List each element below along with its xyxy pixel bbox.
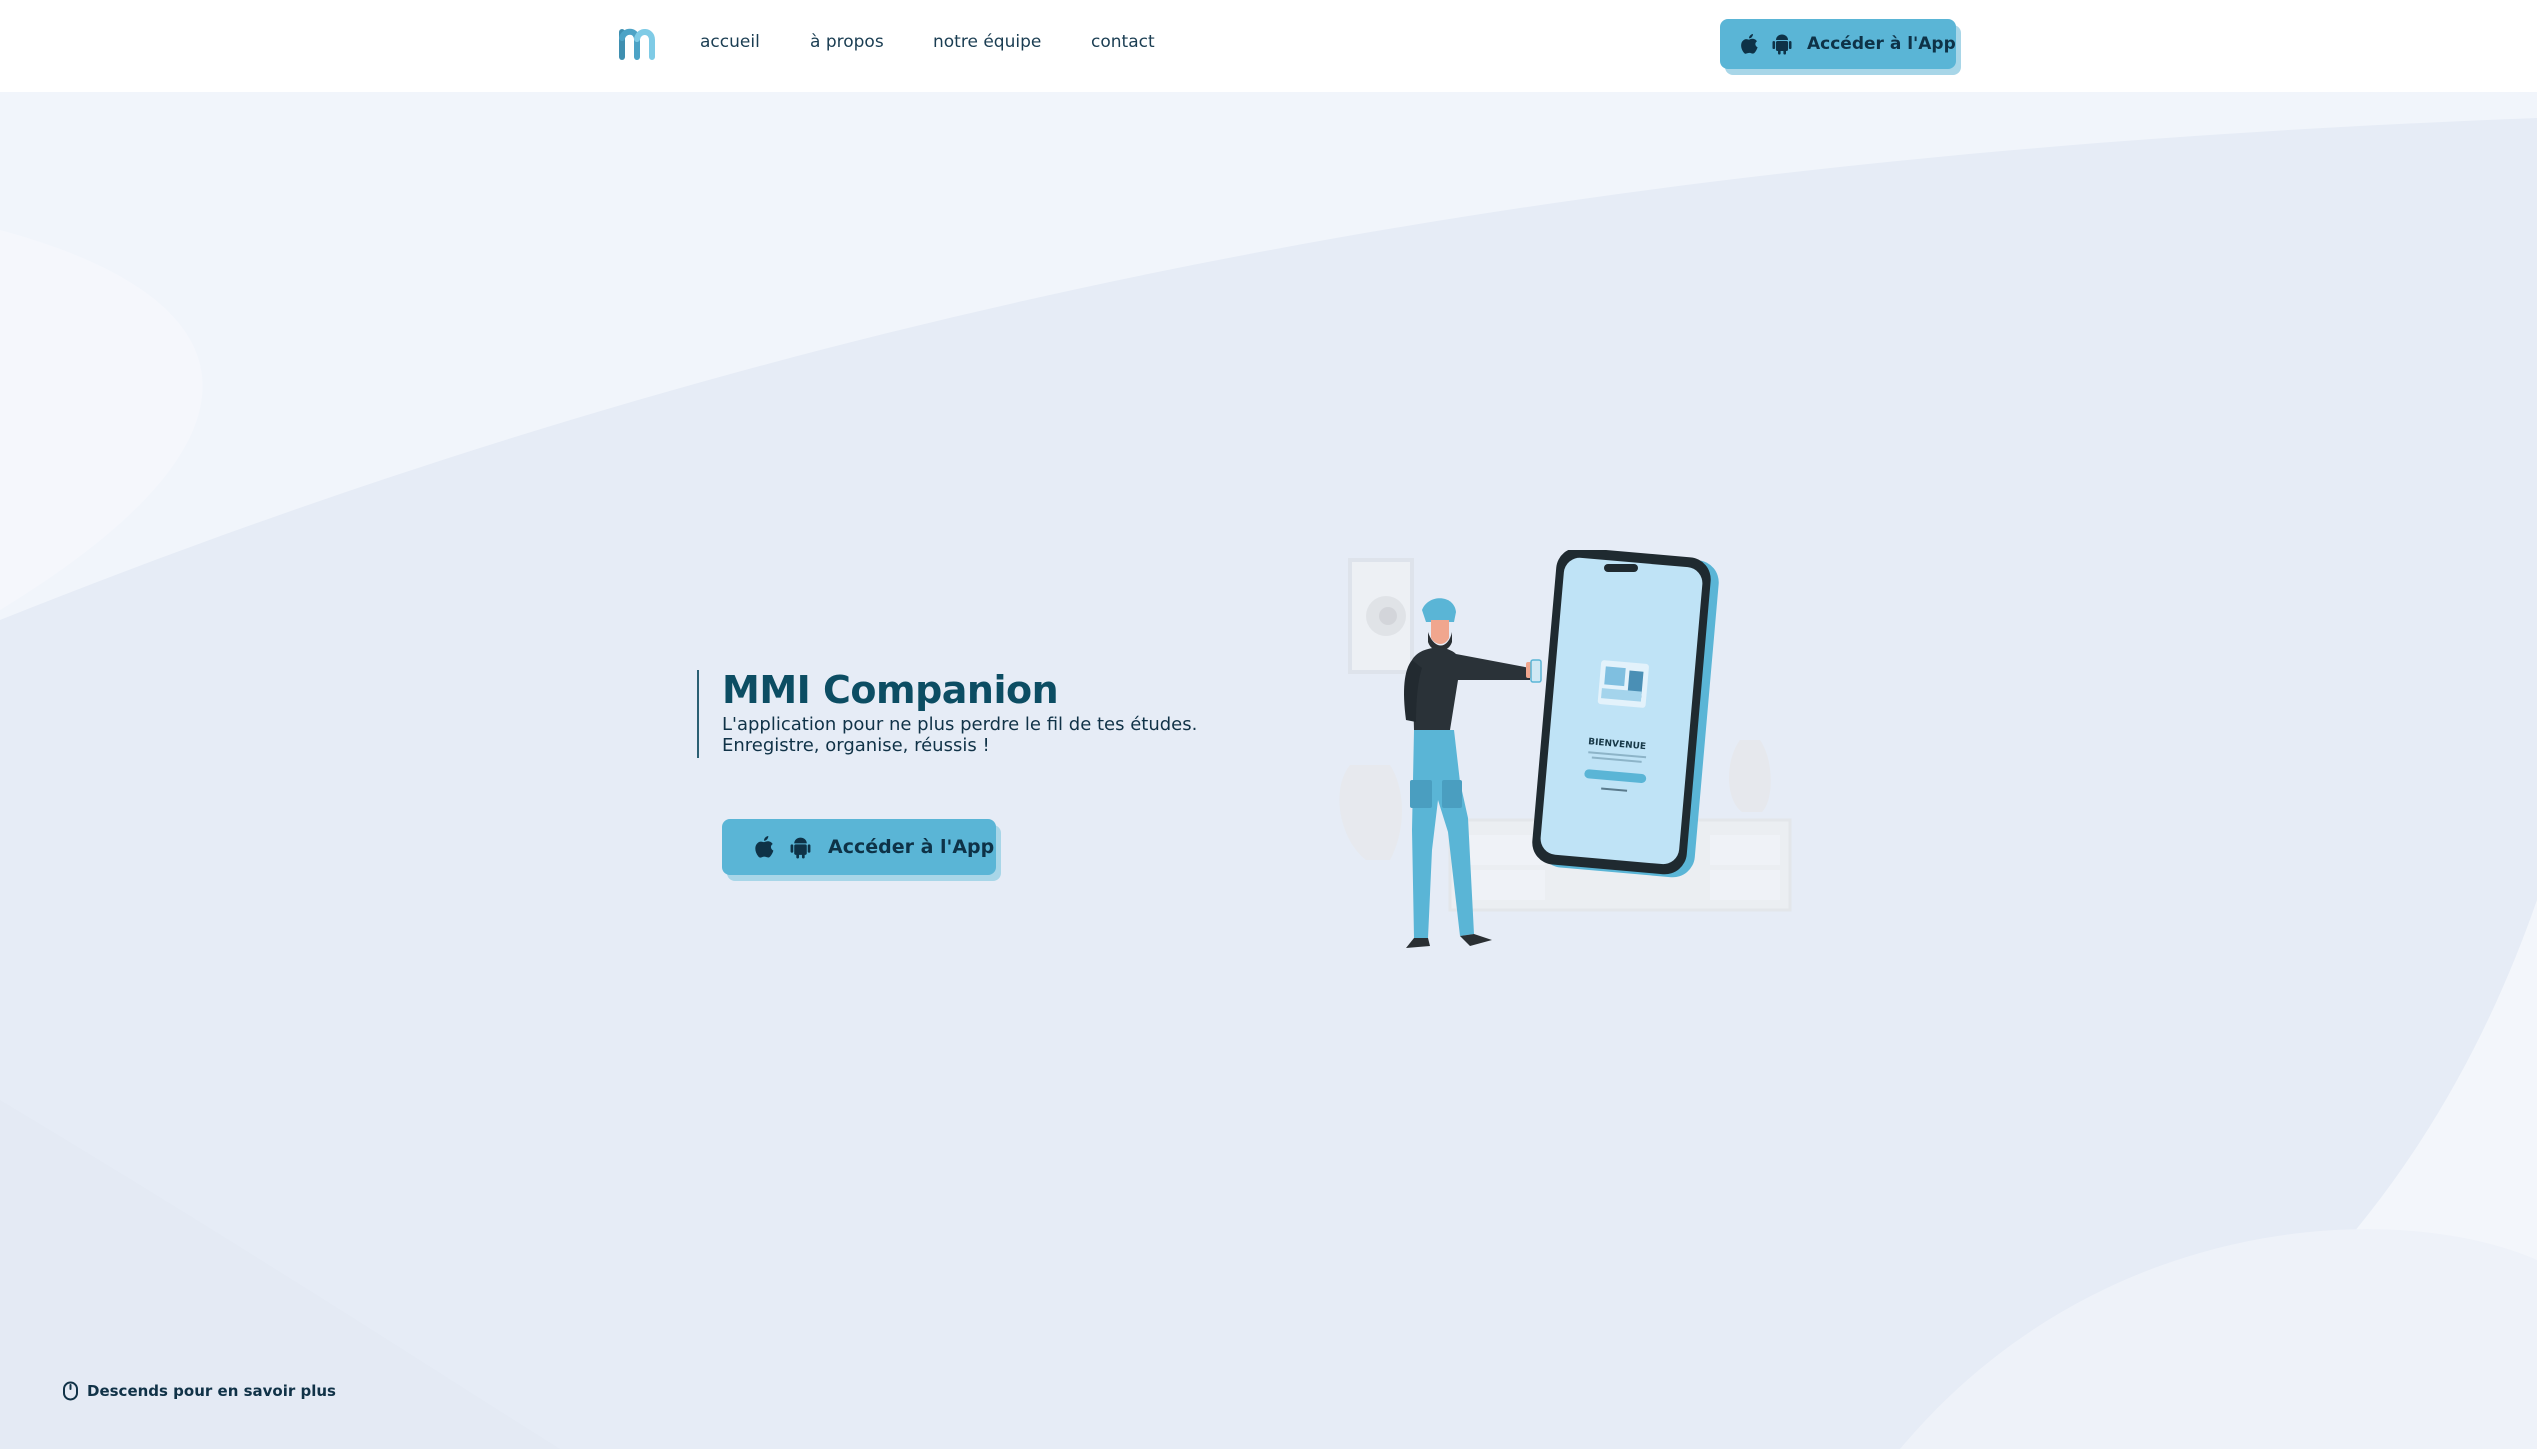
mouse-icon — [63, 1381, 78, 1401]
scroll-hint-label: Descends pour en savoir plus — [87, 1382, 336, 1400]
nav-link-a-propos[interactable]: à propos — [810, 32, 884, 52]
top-navbar: accueil à propos notre équipe contact Ac… — [0, 0, 2537, 92]
hero-title: MMI Companion — [722, 668, 1059, 712]
apple-icon — [755, 835, 774, 858]
android-icon — [790, 837, 811, 858]
mmi-logo-icon[interactable] — [619, 24, 665, 60]
hero-illustration: BIENVENUE — [1339, 550, 1792, 948]
hero-access-app-button[interactable]: Accéder à l'App — [722, 819, 996, 875]
background-waves — [0, 0, 2537, 1449]
hero-accent-bar — [697, 670, 699, 758]
hero-subtitle-line1: L'application pour ne plus perdre le fil… — [722, 714, 1198, 735]
hero-subtitle: L'application pour ne plus perdre le fil… — [722, 714, 1197, 756]
android-icon — [1772, 34, 1792, 55]
scroll-hint: Descends pour en savoir plus — [62, 1381, 336, 1401]
hero-access-app-label: Accéder à l'App — [828, 836, 995, 858]
nav-access-app-button[interactable]: Accéder à l'App — [1720, 19, 1956, 69]
apple-icon — [1741, 33, 1758, 54]
hero-subtitle-line2: Enregistre, organise, réussis ! — [722, 735, 990, 756]
nav-link-notre-equipe[interactable]: notre équipe — [933, 32, 1041, 52]
nav-link-accueil[interactable]: accueil — [700, 32, 760, 52]
nav-link-contact[interactable]: contact — [1091, 32, 1155, 52]
nav-access-app-label: Accéder à l'App — [1807, 34, 1956, 54]
